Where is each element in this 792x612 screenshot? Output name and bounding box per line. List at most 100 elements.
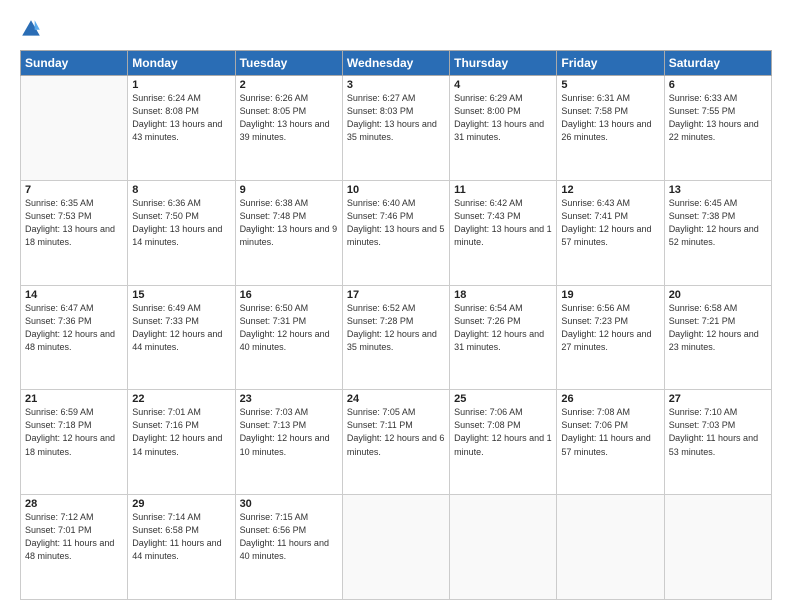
calendar-cell: 9Sunrise: 6:38 AMSunset: 7:48 PMDaylight… <box>235 180 342 285</box>
cell-info: Sunrise: 7:03 AMSunset: 7:13 PMDaylight:… <box>240 406 338 458</box>
calendar-cell: 27Sunrise: 7:10 AMSunset: 7:03 PMDayligh… <box>664 390 771 495</box>
weekday-monday: Monday <box>128 51 235 76</box>
calendar-cell: 14Sunrise: 6:47 AMSunset: 7:36 PMDayligh… <box>21 285 128 390</box>
day-number: 14 <box>25 289 123 301</box>
day-number: 21 <box>25 393 123 405</box>
calendar-cell: 5Sunrise: 6:31 AMSunset: 7:58 PMDaylight… <box>557 76 664 181</box>
cell-info: Sunrise: 6:29 AMSunset: 8:00 PMDaylight:… <box>454 92 552 144</box>
calendar-table: SundayMondayTuesdayWednesdayThursdayFrid… <box>20 50 772 600</box>
day-number: 11 <box>454 184 552 196</box>
week-row-2: 14Sunrise: 6:47 AMSunset: 7:36 PMDayligh… <box>21 285 772 390</box>
cell-info: Sunrise: 6:42 AMSunset: 7:43 PMDaylight:… <box>454 197 552 249</box>
day-number: 22 <box>132 393 230 405</box>
day-number: 2 <box>240 79 338 91</box>
calendar-cell <box>21 76 128 181</box>
cell-info: Sunrise: 7:14 AMSunset: 6:58 PMDaylight:… <box>132 511 230 563</box>
day-number: 13 <box>669 184 767 196</box>
day-number: 28 <box>25 498 123 510</box>
cell-info: Sunrise: 6:52 AMSunset: 7:28 PMDaylight:… <box>347 302 445 354</box>
cell-info: Sunrise: 6:47 AMSunset: 7:36 PMDaylight:… <box>25 302 123 354</box>
cell-info: Sunrise: 6:45 AMSunset: 7:38 PMDaylight:… <box>669 197 767 249</box>
calendar-cell: 21Sunrise: 6:59 AMSunset: 7:18 PMDayligh… <box>21 390 128 495</box>
calendar-cell: 7Sunrise: 6:35 AMSunset: 7:53 PMDaylight… <box>21 180 128 285</box>
cell-info: Sunrise: 6:26 AMSunset: 8:05 PMDaylight:… <box>240 92 338 144</box>
calendar-cell: 3Sunrise: 6:27 AMSunset: 8:03 PMDaylight… <box>342 76 449 181</box>
cell-info: Sunrise: 6:40 AMSunset: 7:46 PMDaylight:… <box>347 197 445 249</box>
cell-info: Sunrise: 6:38 AMSunset: 7:48 PMDaylight:… <box>240 197 338 249</box>
cell-info: Sunrise: 6:43 AMSunset: 7:41 PMDaylight:… <box>561 197 659 249</box>
calendar-cell: 19Sunrise: 6:56 AMSunset: 7:23 PMDayligh… <box>557 285 664 390</box>
calendar-cell: 13Sunrise: 6:45 AMSunset: 7:38 PMDayligh… <box>664 180 771 285</box>
day-number: 16 <box>240 289 338 301</box>
cell-info: Sunrise: 7:08 AMSunset: 7:06 PMDaylight:… <box>561 406 659 458</box>
calendar-cell: 8Sunrise: 6:36 AMSunset: 7:50 PMDaylight… <box>128 180 235 285</box>
cell-info: Sunrise: 6:59 AMSunset: 7:18 PMDaylight:… <box>25 406 123 458</box>
weekday-wednesday: Wednesday <box>342 51 449 76</box>
weekday-friday: Friday <box>557 51 664 76</box>
calendar-cell: 25Sunrise: 7:06 AMSunset: 7:08 PMDayligh… <box>450 390 557 495</box>
weekday-tuesday: Tuesday <box>235 51 342 76</box>
day-number: 24 <box>347 393 445 405</box>
day-number: 30 <box>240 498 338 510</box>
cell-info: Sunrise: 7:01 AMSunset: 7:16 PMDaylight:… <box>132 406 230 458</box>
day-number: 7 <box>25 184 123 196</box>
calendar-page: SundayMondayTuesdayWednesdayThursdayFrid… <box>0 0 792 612</box>
calendar-cell: 24Sunrise: 7:05 AMSunset: 7:11 PMDayligh… <box>342 390 449 495</box>
day-number: 15 <box>132 289 230 301</box>
day-number: 29 <box>132 498 230 510</box>
calendar-cell: 15Sunrise: 6:49 AMSunset: 7:33 PMDayligh… <box>128 285 235 390</box>
calendar-cell <box>342 495 449 600</box>
calendar-cell: 28Sunrise: 7:12 AMSunset: 7:01 PMDayligh… <box>21 495 128 600</box>
day-number: 19 <box>561 289 659 301</box>
cell-info: Sunrise: 7:05 AMSunset: 7:11 PMDaylight:… <box>347 406 445 458</box>
calendar-cell: 12Sunrise: 6:43 AMSunset: 7:41 PMDayligh… <box>557 180 664 285</box>
cell-info: Sunrise: 6:58 AMSunset: 7:21 PMDaylight:… <box>669 302 767 354</box>
calendar-cell: 4Sunrise: 6:29 AMSunset: 8:00 PMDaylight… <box>450 76 557 181</box>
day-number: 18 <box>454 289 552 301</box>
calendar-cell: 18Sunrise: 6:54 AMSunset: 7:26 PMDayligh… <box>450 285 557 390</box>
cell-info: Sunrise: 6:50 AMSunset: 7:31 PMDaylight:… <box>240 302 338 354</box>
day-number: 26 <box>561 393 659 405</box>
calendar-cell: 1Sunrise: 6:24 AMSunset: 8:08 PMDaylight… <box>128 76 235 181</box>
day-number: 25 <box>454 393 552 405</box>
calendar-cell: 20Sunrise: 6:58 AMSunset: 7:21 PMDayligh… <box>664 285 771 390</box>
calendar-cell <box>450 495 557 600</box>
weekday-saturday: Saturday <box>664 51 771 76</box>
calendar-cell: 29Sunrise: 7:14 AMSunset: 6:58 PMDayligh… <box>128 495 235 600</box>
day-number: 9 <box>240 184 338 196</box>
week-row-1: 7Sunrise: 6:35 AMSunset: 7:53 PMDaylight… <box>21 180 772 285</box>
cell-info: Sunrise: 6:27 AMSunset: 8:03 PMDaylight:… <box>347 92 445 144</box>
day-number: 23 <box>240 393 338 405</box>
week-row-0: 1Sunrise: 6:24 AMSunset: 8:08 PMDaylight… <box>21 76 772 181</box>
calendar-cell <box>557 495 664 600</box>
calendar-cell: 16Sunrise: 6:50 AMSunset: 7:31 PMDayligh… <box>235 285 342 390</box>
calendar-cell: 6Sunrise: 6:33 AMSunset: 7:55 PMDaylight… <box>664 76 771 181</box>
cell-info: Sunrise: 6:56 AMSunset: 7:23 PMDaylight:… <box>561 302 659 354</box>
day-number: 8 <box>132 184 230 196</box>
day-number: 6 <box>669 79 767 91</box>
day-number: 17 <box>347 289 445 301</box>
logo-icon <box>20 18 42 40</box>
weekday-header-row: SundayMondayTuesdayWednesdayThursdayFrid… <box>21 51 772 76</box>
day-number: 5 <box>561 79 659 91</box>
cell-info: Sunrise: 6:33 AMSunset: 7:55 PMDaylight:… <box>669 92 767 144</box>
day-number: 4 <box>454 79 552 91</box>
calendar-cell: 23Sunrise: 7:03 AMSunset: 7:13 PMDayligh… <box>235 390 342 495</box>
day-number: 1 <box>132 79 230 91</box>
day-number: 12 <box>561 184 659 196</box>
cell-info: Sunrise: 7:12 AMSunset: 7:01 PMDaylight:… <box>25 511 123 563</box>
day-number: 27 <box>669 393 767 405</box>
logo <box>20 18 44 40</box>
cell-info: Sunrise: 6:49 AMSunset: 7:33 PMDaylight:… <box>132 302 230 354</box>
calendar-cell: 22Sunrise: 7:01 AMSunset: 7:16 PMDayligh… <box>128 390 235 495</box>
cell-info: Sunrise: 7:10 AMSunset: 7:03 PMDaylight:… <box>669 406 767 458</box>
week-row-3: 21Sunrise: 6:59 AMSunset: 7:18 PMDayligh… <box>21 390 772 495</box>
cell-info: Sunrise: 7:06 AMSunset: 7:08 PMDaylight:… <box>454 406 552 458</box>
calendar-cell <box>664 495 771 600</box>
header <box>20 18 772 40</box>
cell-info: Sunrise: 7:15 AMSunset: 6:56 PMDaylight:… <box>240 511 338 563</box>
weekday-sunday: Sunday <box>21 51 128 76</box>
calendar-cell: 11Sunrise: 6:42 AMSunset: 7:43 PMDayligh… <box>450 180 557 285</box>
calendar-cell: 17Sunrise: 6:52 AMSunset: 7:28 PMDayligh… <box>342 285 449 390</box>
day-number: 3 <box>347 79 445 91</box>
